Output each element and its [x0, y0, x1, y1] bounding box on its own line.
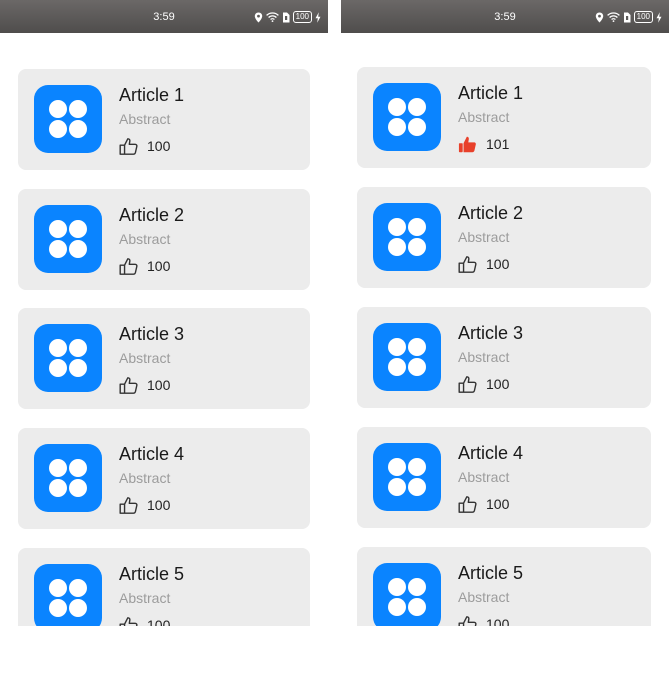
article-title: Article 5: [458, 563, 524, 583]
battery-icon: 100: [292, 11, 312, 23]
thumbs-up-icon[interactable]: [118, 375, 139, 396]
article-abstract: Abstract: [458, 229, 510, 245]
like-control[interactable]: 101: [457, 133, 509, 155]
article-title: Article 3: [119, 324, 185, 344]
location-icon: [595, 12, 603, 22]
like-count: 100: [147, 497, 171, 513]
thumbs-up-icon[interactable]: [118, 256, 139, 277]
like-count: 100: [486, 616, 510, 626]
app-grid-icon: [34, 85, 102, 153]
article-title: Article 5: [119, 564, 185, 584]
status-icons: 100: [595, 10, 662, 24]
like-count: 100: [486, 496, 510, 512]
like-count: 100: [147, 138, 171, 154]
like-control[interactable]: 100: [118, 255, 170, 277]
location-icon: [254, 12, 262, 22]
like-control[interactable]: 100: [118, 614, 170, 626]
article-card[interactable]: Article 2 Abstract 100: [18, 189, 310, 290]
status-icons: 100: [254, 10, 321, 24]
app-grid-icon: [373, 203, 441, 271]
wifi-icon: [606, 12, 620, 22]
article-abstract: Abstract: [119, 590, 171, 606]
article-card[interactable]: Article 1 Abstract 101: [357, 67, 651, 168]
article-abstract: Abstract: [458, 349, 510, 365]
charging-icon: [315, 11, 321, 23]
like-control[interactable]: 100: [457, 253, 509, 275]
thumbs-up-icon[interactable]: [457, 254, 478, 275]
thumbs-up-icon[interactable]: [457, 614, 478, 627]
like-count: 100: [486, 376, 510, 392]
article-title: Article 2: [119, 205, 185, 225]
article-card[interactable]: Article 4 Abstract 100: [18, 428, 310, 529]
article-card[interactable]: Article 2 Abstract 100: [357, 187, 651, 288]
article-abstract: Abstract: [119, 111, 171, 127]
article-title: Article 2: [458, 203, 524, 223]
like-control[interactable]: 100: [457, 373, 509, 395]
app-grid-icon: [373, 83, 441, 151]
like-control[interactable]: 100: [457, 613, 509, 626]
like-count: 100: [147, 258, 171, 274]
status-bar: 3:59 100: [0, 0, 328, 33]
sim-icon: [623, 12, 631, 22]
right-screen: 3:59 100 Article 1 Abstract 101 Article …: [341, 0, 669, 626]
left-screen: 3:59 100 Article 1 Abstract 100 Article …: [0, 0, 328, 626]
battery-icon: 100: [633, 11, 653, 23]
app-grid-icon: [34, 444, 102, 512]
like-count: 100: [486, 256, 510, 272]
article-abstract: Abstract: [119, 231, 171, 247]
article-abstract: Abstract: [458, 589, 510, 605]
like-count: 100: [147, 377, 171, 393]
thumbs-up-icon[interactable]: [457, 374, 478, 395]
article-title: Article 1: [119, 85, 185, 105]
thumbs-up-icon[interactable]: [457, 494, 478, 515]
like-control[interactable]: 100: [457, 493, 509, 515]
status-bar: 3:59 100: [341, 0, 669, 33]
article-card[interactable]: Article 4 Abstract 100: [357, 427, 651, 528]
article-abstract: Abstract: [119, 470, 171, 486]
app-grid-icon: [373, 443, 441, 511]
wifi-icon: [265, 12, 279, 22]
like-control[interactable]: 100: [118, 135, 170, 157]
article-card[interactable]: Article 3 Abstract 100: [18, 308, 310, 409]
article-card[interactable]: Article 1 Abstract 100: [18, 69, 310, 170]
app-grid-icon: [34, 324, 102, 392]
app-grid-icon: [373, 323, 441, 391]
like-count: 101: [486, 136, 510, 152]
thumbs-up-filled-icon[interactable]: [457, 134, 478, 155]
like-count: 100: [147, 617, 171, 626]
thumbs-up-icon[interactable]: [118, 615, 139, 627]
article-abstract: Abstract: [119, 350, 171, 366]
app-grid-icon: [373, 563, 441, 626]
article-abstract: Abstract: [458, 469, 510, 485]
article-title: Article 1: [458, 83, 524, 103]
article-card[interactable]: Article 5 Abstract 100: [357, 547, 651, 626]
article-card[interactable]: Article 3 Abstract 100: [357, 307, 651, 408]
thumbs-up-icon[interactable]: [118, 495, 139, 516]
article-title: Article 3: [458, 323, 524, 343]
app-grid-icon: [34, 205, 102, 273]
article-abstract: Abstract: [458, 109, 510, 125]
like-control[interactable]: 100: [118, 374, 170, 396]
charging-icon: [656, 11, 662, 23]
article-card[interactable]: Article 5 Abstract 100: [18, 548, 310, 626]
like-control[interactable]: 100: [118, 494, 170, 516]
thumbs-up-icon[interactable]: [118, 136, 139, 157]
article-title: Article 4: [458, 443, 524, 463]
article-title: Article 4: [119, 444, 185, 464]
sim-icon: [282, 12, 290, 22]
app-grid-icon: [34, 564, 102, 626]
